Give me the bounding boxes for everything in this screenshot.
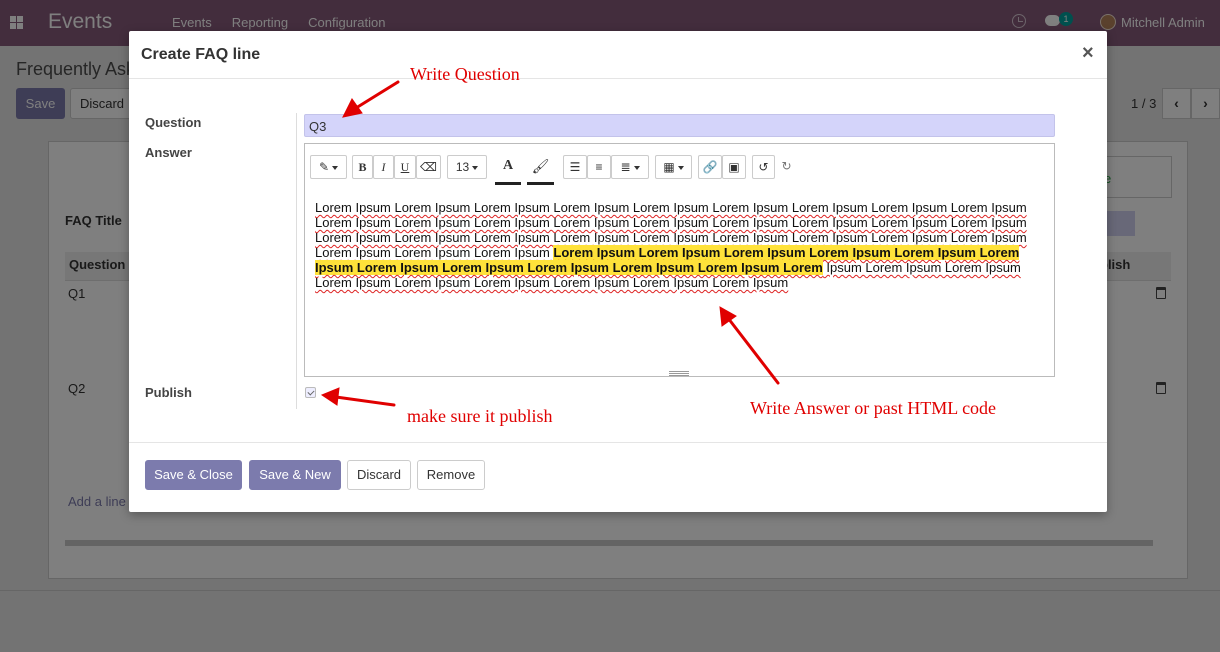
arrow-to-question [354,80,400,110]
annotation-publish: make sure it publish [407,406,553,426]
arrow-to-publish [334,395,396,407]
annotation-answer: Write Answer or past HTML code [750,398,997,418]
arrow-head-publish [320,387,340,406]
arrow-head-question [342,98,363,118]
annotation-write-question: Write Question [410,64,520,84]
annotation-arrows [320,80,780,407]
arrow-to-answer [726,316,780,385]
